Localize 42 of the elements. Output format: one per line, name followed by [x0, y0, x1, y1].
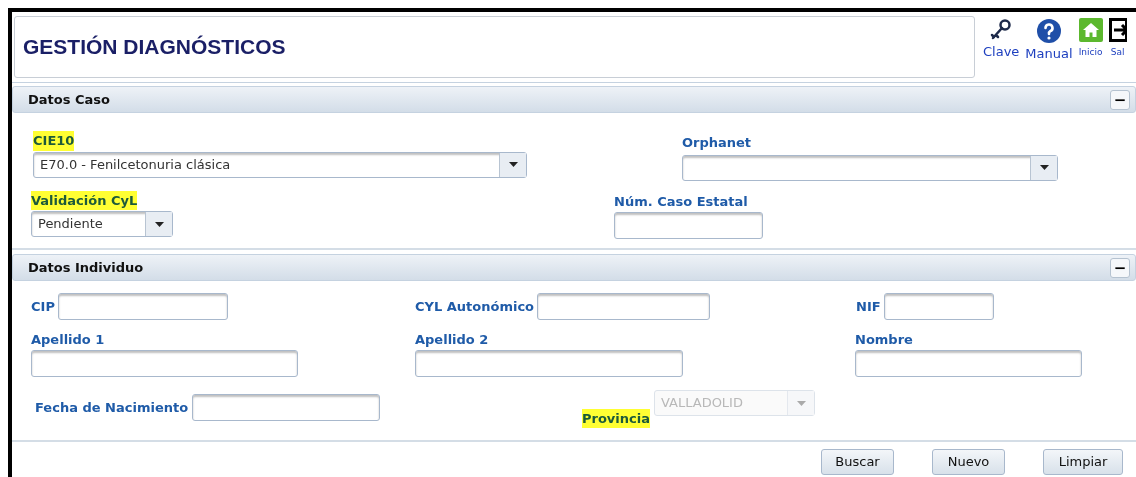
toolbar-button[interactable]: Manual [1025, 18, 1073, 60]
toolbar-button[interactable]: Sal [1108, 18, 1127, 60]
exit-icon [1108, 18, 1127, 42]
caret-icon [154, 221, 164, 227]
field-label: Apellido 1 [31, 331, 105, 349]
text-field[interactable] [855, 349, 1082, 377]
field-label: Apellido 2 [415, 331, 489, 349]
action-button[interactable]: Buscar [821, 449, 894, 475]
text-field[interactable] [883, 293, 994, 320]
text-field[interactable] [192, 393, 381, 421]
field-label: Nombre [855, 331, 913, 349]
field-label: NIF [856, 297, 881, 316]
dropdown-field[interactable] [682, 154, 1058, 181]
dropdown-field[interactable]: E70.0 - Fenilcetonuria clásica [33, 151, 527, 178]
toolbar-button[interactable]: Clave [983, 18, 1020, 60]
home-icon [1078, 18, 1103, 42]
text-field[interactable] [537, 293, 711, 320]
caret-icon [508, 162, 518, 167]
dropdown-field[interactable]: Pendiente [31, 211, 173, 237]
field-label: Orphanet [682, 134, 752, 152]
field-label: Fecha de Nacimiento [35, 398, 189, 417]
text-field[interactable] [614, 212, 763, 239]
field-label: CYL Autonómico [415, 297, 535, 316]
field-label: CIE10 [33, 131, 75, 151]
field-label: Núm. Caso Estatal [614, 192, 748, 211]
section-title: Datos Caso [28, 90, 110, 109]
collapse-button[interactable]: − [1110, 89, 1130, 110]
field-label: Validación CyL [31, 190, 138, 210]
collapse-button[interactable]: − [1110, 257, 1130, 278]
caret-icon [1039, 165, 1049, 170]
text-field[interactable] [31, 349, 298, 377]
text-field[interactable] [415, 349, 683, 377]
field-label: Provincia [582, 408, 650, 428]
help-icon [1036, 18, 1062, 44]
page-title: GESTIÓN DIAGNÓSTICOS [23, 34, 286, 61]
text-field[interactable] [57, 293, 228, 320]
field-label: CIP [31, 297, 55, 316]
action-button[interactable]: Limpiar [1043, 449, 1123, 475]
caret-icon [796, 400, 806, 406]
toolbar-button[interactable]: Inicio [1078, 18, 1103, 60]
section-title: Datos Individuo [28, 258, 144, 277]
action-button[interactable]: Nuevo [932, 449, 1005, 475]
